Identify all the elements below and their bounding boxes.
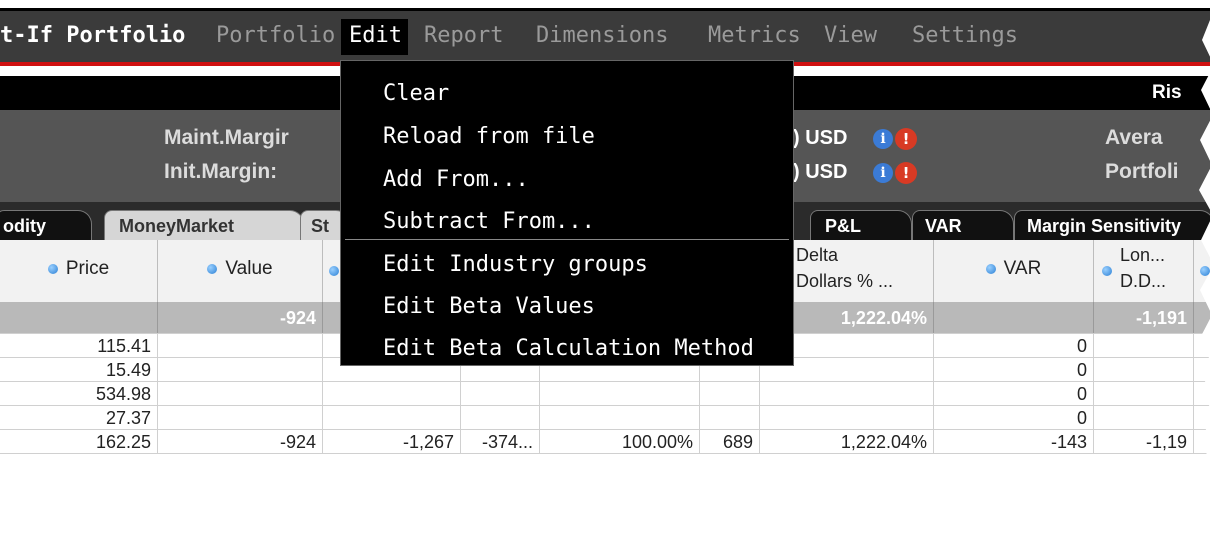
var-cell: 0 <box>934 358 1094 381</box>
sort-dot-icon <box>47 263 58 274</box>
lon-cell <box>1094 334 1194 357</box>
cell <box>700 382 760 405</box>
menu-dimensions[interactable]: Dimensions <box>536 23 668 49</box>
lon-cell: -1,19 <box>1094 430 1194 453</box>
tab-pnl[interactable]: P&L <box>810 210 912 240</box>
price-cell: 115.41 <box>0 334 158 357</box>
total-price-cell <box>0 302 158 333</box>
total-value-cell: -924 <box>158 302 323 333</box>
menu-report[interactable]: Report <box>424 23 503 49</box>
menu-item-reload-from-file[interactable]: Reload from file <box>383 124 595 150</box>
total-var-cell <box>934 302 1094 333</box>
cell <box>540 382 700 405</box>
tab-moneymarket[interactable]: MoneyMarket <box>104 210 304 240</box>
menu-edit[interactable]: Edit <box>341 19 408 55</box>
column-header-11[interactable] <box>1194 240 1210 302</box>
lon-cell <box>1094 382 1194 405</box>
price-cell: 15.49 <box>0 358 158 381</box>
cell <box>323 406 461 429</box>
info-icon[interactable]: i <box>873 129 893 149</box>
menu-item-edit-industry-groups[interactable]: Edit Industry groups <box>383 252 648 278</box>
sort-dot-icon <box>1102 266 1112 276</box>
init-margin-value: ) USD <box>793 161 848 183</box>
tab-margin-sensitivity[interactable]: Margin Sensitivity <box>1014 210 1210 240</box>
table-row[interactable]: 27.37 0 <box>0 406 1210 430</box>
cell: -1,267 <box>323 430 461 453</box>
column-header-value[interactable]: Value <box>158 240 323 302</box>
app-title: t-If Portfolio <box>0 23 186 48</box>
price-cell: 162.25 <box>0 430 158 453</box>
price-cell: 27.37 <box>0 406 158 429</box>
init-margin-label: Init.Margin: <box>164 160 278 183</box>
cell <box>461 382 540 405</box>
cell: 689 <box>700 430 760 453</box>
warning-icon[interactable]: ! <box>895 162 917 184</box>
maint-margin-value: ) USD <box>793 127 848 149</box>
sort-dot-icon <box>207 263 218 274</box>
delta-pct-cell <box>760 382 934 405</box>
cell: -374... <box>461 430 540 453</box>
cell <box>540 406 700 429</box>
menu-item-subtract-from[interactable]: Subtract From... <box>383 209 595 235</box>
delta-pct-cell: 1,222.04% <box>760 430 934 453</box>
info-icon[interactable]: i <box>873 163 893 183</box>
menu-item-edit-beta-values[interactable]: Edit Beta Values <box>383 294 595 320</box>
cell <box>323 382 461 405</box>
var-cell: 0 <box>934 382 1094 405</box>
tab-var[interactable]: VAR <box>912 210 1014 240</box>
column-header-lon-dd[interactable]: Lon... D.D... <box>1094 240 1194 302</box>
average-label: Avera <box>1105 126 1163 149</box>
menu-settings[interactable]: Settings <box>912 23 1018 49</box>
value-cell <box>158 358 323 381</box>
portfolio-label: Portfoli <box>1105 160 1179 183</box>
var-cell: 0 <box>934 334 1094 357</box>
menu-view[interactable]: View <box>824 23 877 49</box>
price-cell: 534.98 <box>0 382 158 405</box>
menu-portfolio[interactable]: Portfolio <box>216 23 335 49</box>
sort-dot-icon <box>329 266 339 276</box>
maint-margin-label: Maint.Margir <box>164 126 289 149</box>
table-row[interactable]: 162.25 -924 -1,267 -374... 100.00% 689 1… <box>0 430 1210 454</box>
value-cell <box>158 406 323 429</box>
value-cell <box>158 382 323 405</box>
menu-item-clear[interactable]: Clear <box>383 81 449 107</box>
app-window: t-If Portfolio Portfolio Edit Report Dim… <box>0 8 1210 523</box>
value-cell: -924 <box>158 430 323 453</box>
sort-dot-icon <box>1200 266 1210 276</box>
value-cell <box>158 334 323 357</box>
column-header-price[interactable]: Price <box>0 240 158 302</box>
var-cell: -143 <box>934 430 1094 453</box>
column-header-var[interactable]: VAR <box>934 240 1094 302</box>
menu-bar: t-If Portfolio Portfolio Edit Report Dim… <box>0 8 1210 66</box>
menu-metrics[interactable]: Metrics <box>708 23 801 49</box>
menu-separator <box>345 239 789 240</box>
warning-icon[interactable]: ! <box>895 128 917 150</box>
lon-cell <box>1094 406 1194 429</box>
cell <box>700 406 760 429</box>
lon-cell <box>1094 358 1194 381</box>
table-row[interactable]: 534.98 0 <box>0 382 1210 406</box>
tab-commodity[interactable]: odity <box>0 210 92 240</box>
delta-pct-cell <box>760 406 934 429</box>
var-cell: 0 <box>934 406 1094 429</box>
total-lon-cell: -1,191 <box>1094 302 1194 333</box>
cell: 100.00% <box>540 430 700 453</box>
edit-menu-dropdown: Clear Reload from file Add From... Subtr… <box>340 60 794 366</box>
cell <box>461 406 540 429</box>
menu-item-add-from[interactable]: Add From... <box>383 167 529 193</box>
risk-title: Ris <box>1152 82 1182 103</box>
sort-dot-icon <box>985 263 996 274</box>
menu-item-edit-beta-calculation-method[interactable]: Edit Beta Calculation Method <box>383 336 754 362</box>
